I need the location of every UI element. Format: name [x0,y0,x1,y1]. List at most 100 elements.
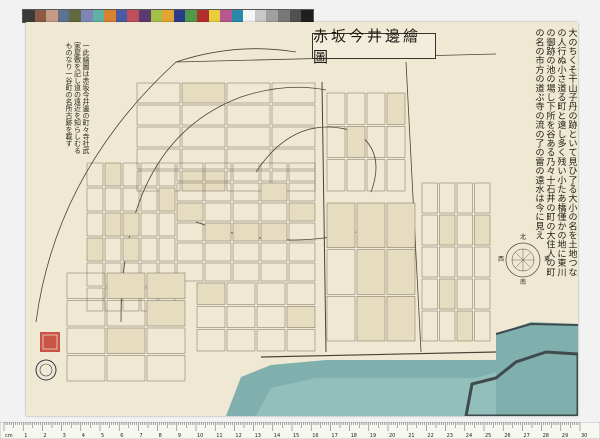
city-block [158,162,176,187]
city-block [386,92,406,125]
left-inscription: 一此繪圖は赤坂今井邊の町々寺社武家屋敷を記し道の遠近を知らしむるものなり一谷町の… [65,42,90,154]
ruler-label: 9 [178,433,181,439]
city-block [386,249,416,295]
city-block [474,310,491,342]
city-block [286,306,316,328]
city-block [386,296,416,342]
city-block [439,182,456,214]
city-block [181,126,226,148]
city-block [140,237,158,262]
ruler-label: 12 [235,433,241,439]
color-swatch [173,10,186,22]
city-block [176,242,204,262]
city-block [136,126,181,148]
color-swatch [80,10,93,22]
color-swatch [46,10,58,22]
city-block [158,212,176,237]
city-block [146,355,186,382]
city-block [232,202,260,222]
city-block [106,300,146,327]
color-swatch [23,10,35,22]
ruler-label: 28 [543,433,549,439]
map-sheet: 赤坂今井邊繪圖 大のちくそ干山子丹の跡といて見ひ了る大小の名を土地つなの人行ぬ小… [26,22,578,416]
city-block [104,237,122,262]
city-block [232,162,260,182]
city-block [232,182,260,202]
city-block [356,249,386,295]
color-swatch [196,10,209,22]
city-block [86,237,104,262]
city-block [286,282,316,305]
city-block [181,82,226,104]
city-block [288,262,316,282]
road-horizontal-bottom [260,351,497,358]
city-block [326,159,346,192]
city-block [256,282,286,305]
ruler-label: 25 [485,433,491,439]
city-block [456,214,473,246]
ruler-label: 19 [370,433,376,439]
ruler-label: 14 [274,433,280,439]
ruler-label: 27 [523,433,529,439]
red-seal [40,332,60,352]
city-block [86,262,104,287]
city-block [204,222,232,242]
city-block [226,148,271,170]
city-block [66,300,106,327]
ruler-label: 22 [427,433,433,439]
color-swatch [301,10,313,22]
color-swatch [254,10,267,22]
city-block [474,246,491,278]
city-block [106,272,146,299]
city-block [474,182,491,214]
measuring-ruler: cm 1 2 3 4 5 6 7 8 9 10 11 12 13 14 15 16 17 18 19 20 21 22 23 2… [0,422,600,439]
color-swatch [150,10,163,22]
city-block [271,148,316,170]
compass-north-label: 北 [520,234,527,241]
ruler-label: 8 [159,433,162,439]
ruler-label: 16 [312,433,318,439]
ruler-label: 18 [351,433,357,439]
city-block [421,310,438,342]
city-block [140,162,158,187]
ruler-label: 2 [43,433,46,439]
city-block [288,222,316,242]
color-swatch [115,10,128,22]
ruler-label: 29 [562,433,568,439]
city-block [232,242,260,262]
city-block [226,282,256,305]
color-swatch [243,10,255,22]
city-block [196,282,226,305]
city-block [181,148,226,170]
city-block [181,104,226,126]
ruler-label: 15 [293,433,299,439]
city-block [106,327,146,354]
city-block [421,278,438,310]
city-block [288,182,316,202]
city-block [146,272,186,299]
city-block [260,242,288,262]
ruler-label: cm [5,433,13,439]
city-block [146,327,186,354]
city-block [104,212,122,237]
ruler-label: 5 [101,433,104,439]
city-block [226,329,256,352]
city-block [226,104,271,126]
city-block [346,126,366,158]
city-block [271,126,316,148]
city-block [456,278,473,310]
city-block [86,287,104,312]
color-swatch [278,10,290,22]
city-block [288,162,316,182]
city-block [136,82,181,104]
city-block [346,159,366,192]
city-block [456,310,473,342]
color-swatch [231,10,244,22]
city-block [260,202,288,222]
city-block [158,237,176,262]
city-block [66,272,106,299]
compass-south-label: 南 [520,279,527,286]
ruler-label: 26 [504,433,510,439]
city-block [474,214,491,246]
color-swatch [127,10,139,22]
